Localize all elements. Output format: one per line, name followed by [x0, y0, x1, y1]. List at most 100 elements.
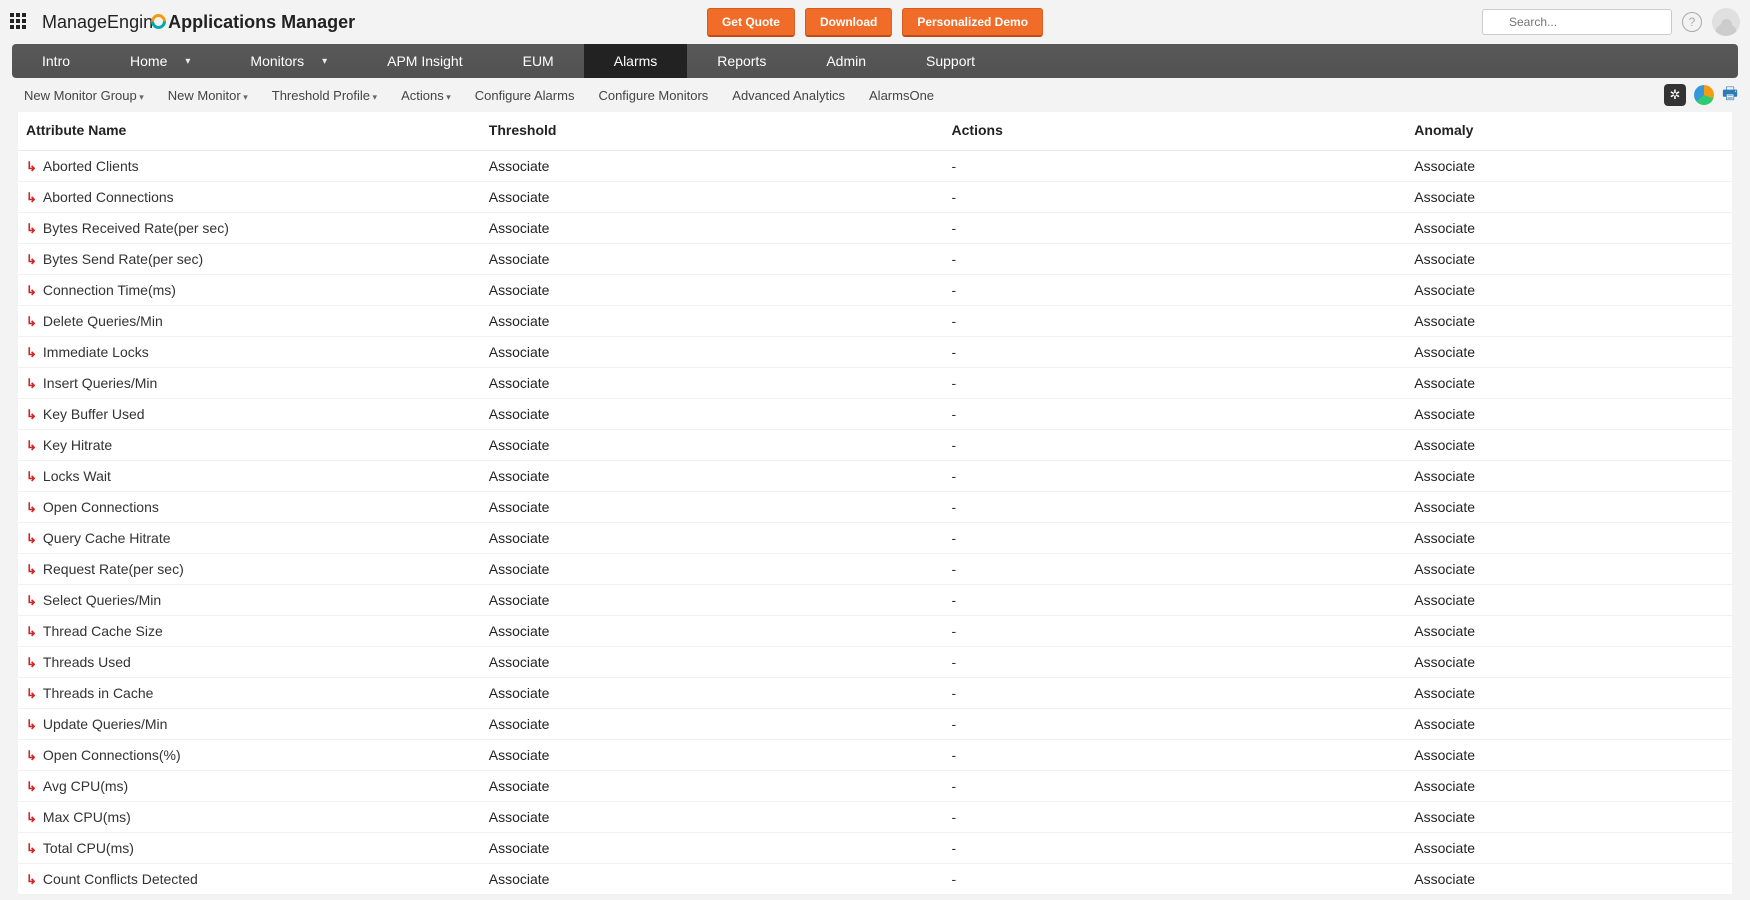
get-quote-button[interactable]: Get Quote [707, 8, 795, 37]
attribute-name[interactable]: Threads Used [43, 654, 131, 670]
subnav-new-monitor-group[interactable]: New Monitor Group [12, 88, 156, 103]
threshold-associate-link[interactable]: Associate [489, 344, 550, 360]
threshold-associate-link[interactable]: Associate [489, 623, 550, 639]
tab-monitors[interactable]: Monitors [220, 44, 357, 78]
attribute-name[interactable]: Delete Queries/Min [43, 313, 163, 329]
attribute-name[interactable]: Thread Cache Size [43, 623, 163, 639]
anomaly-associate-link[interactable]: Associate [1414, 189, 1475, 205]
anomaly-associate-link[interactable]: Associate [1414, 592, 1475, 608]
attribute-name[interactable]: Aborted Connections [43, 189, 174, 205]
tab-intro[interactable]: Intro [12, 44, 100, 78]
anomaly-associate-link[interactable]: Associate [1414, 840, 1475, 856]
row-toggle-arrow-icon[interactable]: ↳ [26, 408, 37, 421]
attribute-name[interactable]: Open Connections [43, 499, 159, 515]
anomaly-associate-link[interactable]: Associate [1414, 685, 1475, 701]
threshold-associate-link[interactable]: Associate [489, 375, 550, 391]
row-toggle-arrow-icon[interactable]: ↳ [26, 439, 37, 452]
search-input[interactable] [1482, 9, 1672, 35]
attribute-name[interactable]: Avg CPU(ms) [43, 778, 128, 794]
col-threshold[interactable]: Threshold [481, 112, 944, 151]
attribute-name[interactable]: Threads in Cache [43, 685, 154, 701]
attribute-name[interactable]: Connection Time(ms) [43, 282, 176, 298]
subnav-actions[interactable]: Actions [389, 88, 463, 103]
row-toggle-arrow-icon[interactable]: ↳ [26, 625, 37, 638]
anomaly-associate-link[interactable]: Associate [1414, 747, 1475, 763]
attribute-name[interactable]: Insert Queries/Min [43, 375, 157, 391]
tab-reports[interactable]: Reports [687, 44, 796, 78]
help-icon[interactable]: ? [1682, 12, 1702, 32]
threshold-associate-link[interactable]: Associate [489, 158, 550, 174]
threshold-associate-link[interactable]: Associate [489, 530, 550, 546]
anomaly-associate-link[interactable]: Associate [1414, 654, 1475, 670]
attribute-name[interactable]: Immediate Locks [43, 344, 149, 360]
anomaly-associate-link[interactable]: Associate [1414, 716, 1475, 732]
row-toggle-arrow-icon[interactable]: ↳ [26, 315, 37, 328]
attribute-name[interactable]: Bytes Send Rate(per sec) [43, 251, 203, 267]
threshold-associate-link[interactable]: Associate [489, 313, 550, 329]
subnav-configure-monitors[interactable]: Configure Monitors [586, 88, 720, 103]
attribute-name[interactable]: Max CPU(ms) [43, 809, 131, 825]
attribute-name[interactable]: Update Queries/Min [43, 716, 168, 732]
anomaly-associate-link[interactable]: Associate [1414, 158, 1475, 174]
anomaly-associate-link[interactable]: Associate [1414, 871, 1475, 887]
attribute-name[interactable]: Select Queries/Min [43, 592, 161, 608]
anomaly-associate-link[interactable]: Associate [1414, 778, 1475, 794]
attribute-name[interactable]: Bytes Received Rate(per sec) [43, 220, 229, 236]
threshold-associate-link[interactable]: Associate [489, 437, 550, 453]
anomaly-associate-link[interactable]: Associate [1414, 282, 1475, 298]
subnav-new-monitor[interactable]: New Monitor [156, 88, 260, 103]
col-anomaly[interactable]: Anomaly [1406, 112, 1732, 151]
attribute-name[interactable]: Key Hitrate [43, 437, 112, 453]
tab-home[interactable]: Home [100, 44, 220, 78]
row-toggle-arrow-icon[interactable]: ↳ [26, 563, 37, 576]
row-toggle-arrow-icon[interactable]: ↳ [26, 191, 37, 204]
row-toggle-arrow-icon[interactable]: ↳ [26, 873, 37, 886]
threshold-associate-link[interactable]: Associate [489, 871, 550, 887]
anomaly-associate-link[interactable]: Associate [1414, 437, 1475, 453]
col-attribute-name[interactable]: Attribute Name [18, 112, 481, 151]
threshold-associate-link[interactable]: Associate [489, 406, 550, 422]
row-toggle-arrow-icon[interactable]: ↳ [26, 780, 37, 793]
anomaly-associate-link[interactable]: Associate [1414, 623, 1475, 639]
col-actions[interactable]: Actions [944, 112, 1407, 151]
settings-gear-icon[interactable]: ✲ [1664, 84, 1686, 106]
anomaly-associate-link[interactable]: Associate [1414, 468, 1475, 484]
row-toggle-arrow-icon[interactable]: ↳ [26, 842, 37, 855]
threshold-associate-link[interactable]: Associate [489, 747, 550, 763]
anomaly-associate-link[interactable]: Associate [1414, 499, 1475, 515]
download-button[interactable]: Download [805, 8, 892, 37]
anomaly-associate-link[interactable]: Associate [1414, 375, 1475, 391]
anomaly-associate-link[interactable]: Associate [1414, 561, 1475, 577]
attribute-name[interactable]: Total CPU(ms) [43, 840, 134, 856]
threshold-associate-link[interactable]: Associate [489, 592, 550, 608]
threshold-associate-link[interactable]: Associate [489, 840, 550, 856]
row-toggle-arrow-icon[interactable]: ↳ [26, 346, 37, 359]
row-toggle-arrow-icon[interactable]: ↳ [26, 749, 37, 762]
anomaly-associate-link[interactable]: Associate [1414, 530, 1475, 546]
threshold-associate-link[interactable]: Associate [489, 468, 550, 484]
row-toggle-arrow-icon[interactable]: ↳ [26, 377, 37, 390]
subnav-configure-alarms[interactable]: Configure Alarms [463, 88, 587, 103]
tab-eum[interactable]: EUM [493, 44, 584, 78]
row-toggle-arrow-icon[interactable]: ↳ [26, 284, 37, 297]
row-toggle-arrow-icon[interactable]: ↳ [26, 160, 37, 173]
attribute-name[interactable]: Locks Wait [43, 468, 111, 484]
row-toggle-arrow-icon[interactable]: ↳ [26, 718, 37, 731]
attribute-name[interactable]: Query Cache Hitrate [43, 530, 171, 546]
printer-icon[interactable]: 🖶 [1722, 81, 1738, 110]
tab-admin[interactable]: Admin [796, 44, 896, 78]
tab-alarms[interactable]: Alarms [584, 44, 688, 78]
threshold-associate-link[interactable]: Associate [489, 499, 550, 515]
attribute-name[interactable]: Request Rate(per sec) [43, 561, 184, 577]
row-toggle-arrow-icon[interactable]: ↳ [26, 222, 37, 235]
tab-support[interactable]: Support [896, 44, 1005, 78]
attribute-name[interactable]: Aborted Clients [43, 158, 139, 174]
attribute-name[interactable]: Key Buffer Used [43, 406, 145, 422]
threshold-associate-link[interactable]: Associate [489, 561, 550, 577]
attribute-name[interactable]: Open Connections(%) [43, 747, 181, 763]
row-toggle-arrow-icon[interactable]: ↳ [26, 687, 37, 700]
threshold-associate-link[interactable]: Associate [489, 220, 550, 236]
anomaly-associate-link[interactable]: Associate [1414, 406, 1475, 422]
row-toggle-arrow-icon[interactable]: ↳ [26, 470, 37, 483]
subnav-alarmsone[interactable]: AlarmsOne [857, 88, 946, 103]
